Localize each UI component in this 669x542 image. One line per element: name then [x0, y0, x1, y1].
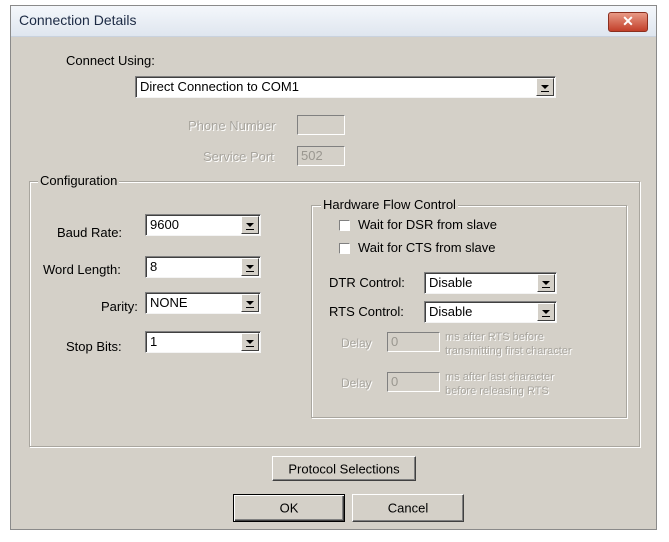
baud-rate-value: 9600	[150, 217, 179, 232]
connect-using-value: Direct Connection to COM1	[140, 79, 299, 94]
connect-using-dropdown[interactable]: Direct Connection to COM1	[135, 76, 556, 98]
delay-before-release-desc-1: ms after last character	[445, 371, 554, 383]
chevron-down-icon[interactable]	[537, 303, 555, 321]
protocol-selections-label: Protocol Selections	[288, 461, 400, 476]
close-icon: ✕	[622, 13, 634, 29]
delay-before-release-value: 0	[391, 374, 399, 389]
delay-after-rts-field[interactable]: 0	[387, 332, 440, 352]
configuration-legend: Configuration	[38, 173, 120, 188]
chevron-down-icon[interactable]	[241, 216, 259, 234]
dtr-control-dropdown[interactable]: Disable	[424, 272, 557, 294]
baud-rate-dropdown[interactable]: 9600	[145, 214, 261, 236]
dtr-control-value: Disable	[429, 275, 473, 290]
wait-for-dsr-label: Wait for DSR from slave	[358, 217, 497, 232]
chevron-down-icon[interactable]	[241, 333, 259, 351]
close-button[interactable]: ✕	[608, 12, 648, 32]
hardware-flow-control-legend: Hardware Flow Control	[321, 197, 458, 212]
chevron-down-icon[interactable]	[241, 294, 259, 312]
rts-control-value: Disable	[429, 304, 473, 319]
parity-dropdown[interactable]: NONE	[145, 292, 261, 314]
phone-number-label: Phone Number	[188, 118, 276, 133]
wait-for-cts-checkbox[interactable]	[339, 243, 350, 254]
delay-after-rts-label: Delay	[341, 336, 372, 350]
parity-value: NONE	[150, 295, 188, 310]
connection-details-dialog: Connection Details ✕ Connect Using: Dire…	[10, 5, 657, 530]
protocol-selections-button[interactable]: Protocol Selections	[272, 456, 416, 481]
word-length-value: 8	[150, 259, 158, 274]
phone-number-field[interactable]	[297, 115, 345, 135]
connect-using-label: Connect Using:	[66, 53, 155, 68]
wait-for-dsr-checkbox[interactable]	[339, 220, 350, 231]
delay-after-rts-value: 0	[391, 334, 399, 349]
ok-label: OK	[279, 500, 299, 516]
stop-bits-value: 1	[150, 334, 158, 349]
stop-bits-label: Stop Bits:	[66, 339, 122, 354]
chevron-down-icon[interactable]	[536, 78, 554, 96]
delay-after-rts-desc-1: ms after RTS before	[445, 331, 544, 343]
ok-button[interactable]: OK	[233, 494, 345, 522]
rts-control-label: RTS Control:	[329, 304, 404, 319]
delay-before-release-desc-2: before releasing RTS	[445, 385, 549, 397]
delay-before-release-label: Delay	[341, 376, 372, 390]
rts-control-dropdown[interactable]: Disable	[424, 301, 557, 323]
baud-rate-label: Baud Rate:	[57, 225, 123, 240]
wait-for-cts-label: Wait for CTS from slave	[358, 240, 496, 255]
word-length-dropdown[interactable]: 8	[145, 256, 261, 278]
stop-bits-dropdown[interactable]: 1	[145, 331, 261, 353]
chevron-down-icon[interactable]	[241, 258, 259, 276]
cancel-button[interactable]: Cancel	[352, 494, 464, 522]
service-port-field[interactable]: 502	[297, 146, 345, 166]
delay-before-release-field[interactable]: 0	[387, 372, 440, 392]
chevron-down-icon[interactable]	[537, 274, 555, 292]
delay-after-rts-desc-2: transmitting first character	[445, 345, 572, 357]
window-title: Connection Details	[19, 12, 137, 28]
cancel-label: Cancel	[387, 500, 429, 516]
parity-label: Parity:	[101, 299, 138, 314]
service-port-label: Service Port	[203, 149, 274, 164]
dtr-control-label: DTR Control:	[329, 275, 405, 290]
title-bar: Connection Details ✕	[11, 6, 656, 37]
service-port-value: 502	[301, 148, 323, 163]
word-length-label: Word Length:	[43, 262, 121, 277]
